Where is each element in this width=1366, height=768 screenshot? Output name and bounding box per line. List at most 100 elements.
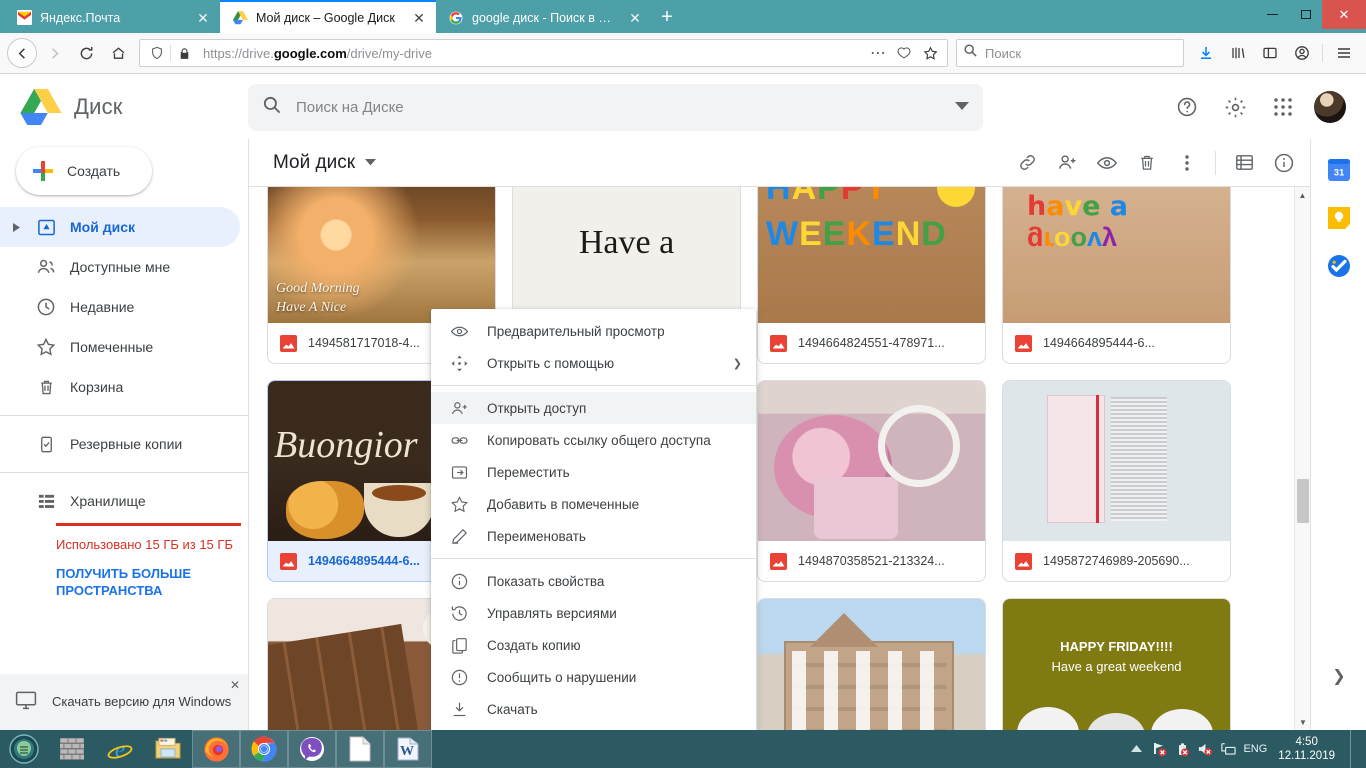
- drive-logo-area[interactable]: Диск: [0, 89, 240, 125]
- shield-icon[interactable]: [144, 40, 170, 66]
- chevron-up-icon[interactable]: [1128, 741, 1144, 757]
- browser-tab-google-search[interactable]: google диск - Поиск в Google ✕: [436, 2, 652, 33]
- google-keep-icon[interactable]: [1327, 207, 1350, 229]
- sidebar-item-recent[interactable]: Недавние: [0, 287, 240, 327]
- reader-mode-icon[interactable]: [891, 40, 917, 66]
- maximize-button[interactable]: [1289, 0, 1322, 29]
- vertical-scrollbar[interactable]: ▲ ▼: [1294, 187, 1310, 730]
- document-icon[interactable]: [336, 730, 384, 768]
- word-icon[interactable]: W: [384, 730, 432, 768]
- help-icon[interactable]: [1170, 90, 1204, 124]
- drive-search-input[interactable]: Поиск на Диске: [248, 83, 983, 131]
- network-error-icon[interactable]: [1151, 741, 1167, 757]
- menu-item-open-with[interactable]: Открыть с помощью ❯: [431, 347, 756, 379]
- library-icon[interactable]: [1222, 38, 1253, 68]
- menu-item-share[interactable]: Открыть доступ: [431, 392, 756, 424]
- language-indicator[interactable]: ENG: [1243, 743, 1267, 755]
- minimize-button[interactable]: [1256, 0, 1289, 29]
- create-button[interactable]: Создать: [16, 147, 152, 195]
- download-windows-banner[interactable]: Скачать версию для Windows ✕: [0, 674, 248, 730]
- sidebar-icon[interactable]: [1254, 38, 1285, 68]
- downloads-icon[interactable]: [1190, 38, 1221, 68]
- google-calendar-icon[interactable]: 31: [1327, 159, 1350, 181]
- plus-icon: [32, 160, 54, 182]
- wall-tiles-icon[interactable]: [48, 730, 96, 768]
- menu-item-copy-share-link[interactable]: Копировать ссылку общего доступа: [431, 424, 756, 456]
- file-card[interactable]: have a groovy 1494664895444-6...: [1002, 187, 1231, 364]
- scroll-up-arrow-icon[interactable]: ▲: [1295, 187, 1310, 203]
- sidebar-item-my-drive[interactable]: Мой диск: [0, 207, 240, 247]
- bookmark-star-icon[interactable]: [917, 40, 943, 66]
- browser-tab-drive[interactable]: Мой диск – Google Диск ✕: [220, 0, 436, 33]
- sidebar-item-storage[interactable]: Хранилище: [0, 481, 240, 521]
- menu-item-move[interactable]: Переместить: [431, 456, 756, 488]
- file-card[interactable]: 1494870358521-213324...: [757, 380, 986, 582]
- firefox-icon[interactable]: [192, 730, 240, 768]
- breadcrumb[interactable]: Мой диск: [273, 152, 355, 174]
- file-card[interactable]: HAPPY FRIDAY!!!! Have a great weekend: [1002, 598, 1231, 730]
- preview-eye-icon[interactable]: [1087, 143, 1127, 183]
- show-desktop-button[interactable]: [1350, 730, 1358, 768]
- file-card[interactable]: HAPPY WEEKEND 1494664824551-478971...: [757, 187, 986, 364]
- scroll-down-arrow-icon[interactable]: ▼: [1295, 714, 1311, 730]
- menu-item-download[interactable]: Скачать: [431, 693, 756, 725]
- close-window-button[interactable]: ✕: [1322, 0, 1366, 29]
- internet-explorer-icon[interactable]: e: [96, 730, 144, 768]
- browser-search-bar[interactable]: Поиск: [956, 39, 1184, 67]
- reload-icon[interactable]: [71, 38, 101, 68]
- address-bar[interactable]: https://drive.google.com/drive/my-drive …: [139, 39, 948, 67]
- chrome-icon[interactable]: [240, 730, 288, 768]
- chevron-down-icon[interactable]: [955, 98, 969, 116]
- list-view-icon[interactable]: [1224, 143, 1264, 183]
- get-more-storage-link[interactable]: ПОЛУЧИТЬ БОЛЬШЕ ПРОСТРАНСТВА: [56, 565, 234, 599]
- start-orb-icon[interactable]: [0, 730, 48, 768]
- back-arrow-icon[interactable]: [7, 38, 37, 68]
- file-card[interactable]: [757, 598, 986, 730]
- menu-item-rename[interactable]: Переименовать: [431, 520, 756, 552]
- close-icon[interactable]: ✕: [626, 9, 644, 27]
- menu-item-manage-versions[interactable]: Управлять версиями: [431, 597, 756, 629]
- close-icon[interactable]: ✕: [230, 678, 240, 692]
- menu-item-make-copy[interactable]: Создать копию: [431, 629, 756, 661]
- sidebar-item-backups[interactable]: Резервные копии: [0, 424, 240, 464]
- google-tasks-icon[interactable]: [1327, 255, 1350, 277]
- add-person-icon[interactable]: [1047, 143, 1087, 183]
- more-vertical-icon[interactable]: [1167, 143, 1207, 183]
- yandex-mail-icon: [16, 10, 32, 26]
- viber-icon[interactable]: [288, 730, 336, 768]
- details-info-icon[interactable]: [1264, 143, 1304, 183]
- chevron-down-icon[interactable]: [365, 158, 377, 168]
- page-actions-icon[interactable]: ⋯: [865, 40, 891, 66]
- avatar[interactable]: [1314, 91, 1346, 123]
- sidebar-item-trash[interactable]: Корзина: [0, 367, 240, 407]
- browser-tab-yandex[interactable]: Яндекс.Почта ✕: [4, 2, 220, 33]
- menu-item-preview[interactable]: Предварительный просмотр: [431, 315, 756, 347]
- menu-item-report-abuse[interactable]: Сообщить о нарушении: [431, 661, 756, 693]
- trash-icon[interactable]: [1127, 143, 1167, 183]
- file-grid-scroll-area[interactable]: Good Morning Have A Nice 1494581717018-4…: [249, 187, 1310, 730]
- scrollbar-thumb[interactable]: [1297, 479, 1309, 523]
- link-icon[interactable]: [1007, 143, 1047, 183]
- file-explorer-icon[interactable]: [144, 730, 192, 768]
- menu-icon[interactable]: [1328, 38, 1359, 68]
- menu-item-view-details[interactable]: Показать свойства: [431, 565, 756, 597]
- menu-item-add-to-starred[interactable]: Добавить в помеченные: [431, 488, 756, 520]
- new-tab-button[interactable]: +: [652, 2, 682, 33]
- close-icon[interactable]: ✕: [410, 9, 428, 27]
- close-icon[interactable]: ✕: [194, 9, 212, 27]
- volume-muted-icon[interactable]: [1197, 741, 1213, 757]
- sidebar-item-starred[interactable]: Помеченные: [0, 327, 240, 367]
- chevron-right-icon[interactable]: ❯: [1311, 666, 1366, 686]
- lock-icon[interactable]: [171, 40, 197, 66]
- account-icon[interactable]: [1286, 38, 1317, 68]
- file-card[interactable]: 1495872746989-205690...: [1002, 380, 1231, 582]
- expand-caret-icon[interactable]: [10, 222, 22, 232]
- taskbar-clock[interactable]: 4:50 12.11.2019: [1274, 735, 1343, 763]
- apps-grid-icon[interactable]: [1266, 90, 1300, 124]
- network-pc-icon[interactable]: [1220, 741, 1237, 757]
- battery-error-icon[interactable]: [1174, 741, 1190, 757]
- settings-gear-icon[interactable]: [1218, 90, 1252, 124]
- url-text[interactable]: https://drive.google.com/drive/my-drive: [197, 46, 865, 61]
- home-icon[interactable]: [103, 38, 133, 68]
- sidebar-item-shared-with-me[interactable]: Доступные мне: [0, 247, 240, 287]
